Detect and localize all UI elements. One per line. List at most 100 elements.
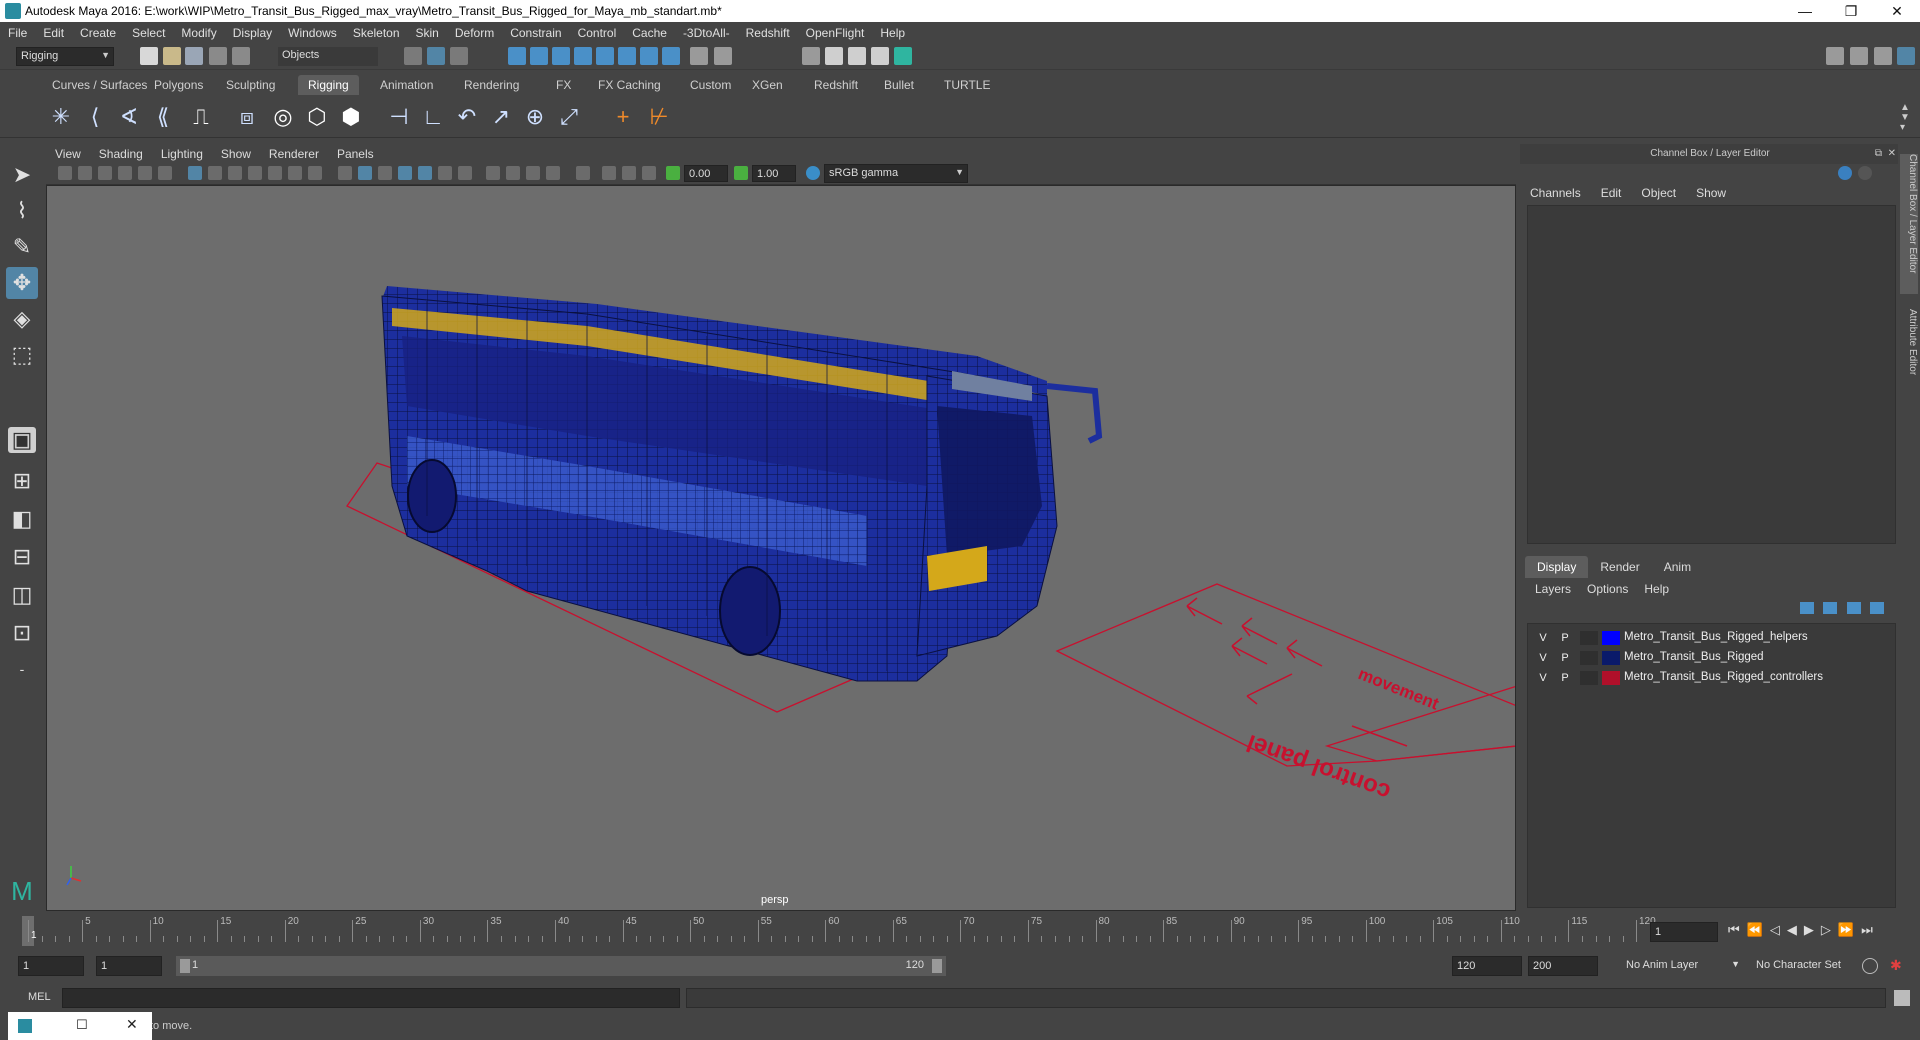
- custom-layout-icon[interactable]: -: [6, 653, 38, 685]
- layer-menu-layers[interactable]: Layers: [1527, 581, 1579, 597]
- persp-uv-layout-icon[interactable]: ⊡: [6, 617, 38, 649]
- gate-mask-icon[interactable]: [248, 166, 262, 180]
- render-frame-icon[interactable]: [825, 47, 843, 65]
- layer-row[interactable]: V P Metro_Transit_Bus_Rigged: [1528, 648, 1895, 668]
- playback-end-field[interactable]: [1452, 956, 1522, 976]
- ipr-render-icon[interactable]: [848, 47, 866, 65]
- layer-playback-toggle[interactable]: P: [1556, 631, 1574, 645]
- field-chart-icon[interactable]: [268, 166, 282, 180]
- modeling-toolkit-icon[interactable]: [1826, 47, 1844, 65]
- shelf-tab-bullet[interactable]: Bullet: [874, 75, 924, 95]
- default-material-icon[interactable]: [378, 166, 392, 180]
- playback-start-field[interactable]: [96, 956, 162, 976]
- restore-button[interactable]: ❐: [1828, 0, 1874, 22]
- snap-live-icon[interactable]: [640, 47, 658, 65]
- select-by-object-icon[interactable]: [427, 47, 445, 65]
- menu-display[interactable]: Display: [225, 26, 280, 40]
- gamma-field[interactable]: [752, 165, 796, 182]
- menu-cache[interactable]: Cache: [624, 26, 675, 40]
- layer-display-type-toggle[interactable]: [1580, 651, 1598, 665]
- shelf-tab-curves-surfaces[interactable]: Curves / Surfaces: [42, 75, 157, 95]
- attribute-editor-toggle-icon[interactable]: [1850, 47, 1868, 65]
- insert-joint-icon[interactable]: ⟪: [148, 101, 178, 133]
- menu-windows[interactable]: Windows: [280, 26, 345, 40]
- textured-icon[interactable]: [418, 166, 432, 180]
- persp-graph-layout-icon[interactable]: ⊟: [6, 541, 38, 573]
- panel-menu-show[interactable]: Show: [212, 147, 260, 161]
- safe-title-icon[interactable]: [308, 166, 322, 180]
- preferences-icon[interactable]: ✱: [1890, 958, 1906, 974]
- bookmarks-icon[interactable]: [98, 166, 112, 180]
- range-handle-end[interactable]: [932, 959, 942, 973]
- save-scene-icon[interactable]: [185, 47, 203, 65]
- exposure-field[interactable]: [684, 165, 728, 182]
- shelf-tab-fx[interactable]: FX: [546, 75, 581, 95]
- time-slider[interactable]: 1 5 10 15 20 25 30 35 40 45 50 55 60 65 70 75 80 85 90 95 10…: [22, 916, 1656, 946]
- shelf-tab-polygons[interactable]: Polygons: [144, 75, 213, 95]
- symmetry-icon[interactable]: [662, 47, 680, 65]
- animation-start-field[interactable]: [18, 956, 84, 976]
- character-set-dropdown[interactable]: No Character Set: [1752, 956, 1874, 976]
- menu-edit[interactable]: Edit: [35, 26, 72, 40]
- channel-box-menu-channels[interactable]: Channels: [1520, 186, 1591, 200]
- camera-attributes-icon[interactable]: [78, 166, 92, 180]
- close-thumb-icon[interactable]: ✕: [126, 1016, 138, 1033]
- menu-file[interactable]: File: [0, 26, 35, 40]
- attribute-editor-side-tab[interactable]: Attribute Editor: [1900, 309, 1918, 419]
- anim-layer-dropdown[interactable]: No Anim Layer ▼: [1622, 956, 1742, 976]
- layer-menu-options[interactable]: Options: [1579, 581, 1636, 597]
- channel-box-side-tab[interactable]: Channel Box / Layer Editor: [1900, 154, 1918, 294]
- move-layer-down-icon[interactable]: [1823, 602, 1837, 614]
- layer-playback-toggle[interactable]: P: [1556, 671, 1574, 685]
- panel-menu-renderer[interactable]: Renderer: [260, 147, 328, 161]
- move-layer-up-icon[interactable]: [1800, 602, 1814, 614]
- layer-visibility-toggle[interactable]: V: [1534, 631, 1552, 645]
- command-input[interactable]: [62, 988, 680, 1008]
- ik-spline-icon[interactable]: ∢: [114, 101, 144, 133]
- safe-action-icon[interactable]: [288, 166, 302, 180]
- shelf-tab-rendering[interactable]: Rendering: [454, 75, 529, 95]
- hypershade-icon[interactable]: [894, 47, 912, 65]
- rotate-tool-icon[interactable]: ◈: [6, 303, 38, 335]
- wireframe-icon[interactable]: [338, 166, 352, 180]
- isolate-select-icon[interactable]: [576, 166, 590, 180]
- render-view-icon[interactable]: [802, 47, 820, 65]
- menu-redshift[interactable]: Redshift: [738, 26, 798, 40]
- auto-key-icon[interactable]: [1862, 958, 1878, 974]
- shelf-tab-custom[interactable]: Custom: [680, 75, 741, 95]
- menu-control[interactable]: Control: [570, 26, 625, 40]
- shadows-icon[interactable]: [458, 166, 472, 180]
- menu-3dtoall[interactable]: -3DtoAll-: [675, 26, 738, 40]
- xray-joints-icon[interactable]: [642, 166, 656, 180]
- depth-of-field-icon[interactable]: [546, 166, 560, 180]
- scale-tool-icon[interactable]: ⬚: [6, 339, 38, 371]
- move-tool-icon[interactable]: ✥: [6, 267, 38, 299]
- single-perspective-layout-icon[interactable]: ▣: [8, 427, 36, 453]
- perspective-viewport[interactable]: movement control panel persp: [46, 185, 1516, 911]
- pole-vector-icon[interactable]: ⤢: [554, 101, 584, 133]
- image-plane-icon[interactable]: [118, 166, 132, 180]
- panel-menu-view[interactable]: View: [46, 147, 90, 161]
- resolution-gate-icon[interactable]: [228, 166, 242, 180]
- command-language-label[interactable]: MEL: [28, 991, 51, 1003]
- cluster-icon[interactable]: ⊬: [644, 101, 674, 133]
- menu-constrain[interactable]: Constrain: [502, 26, 569, 40]
- use-all-lights-icon[interactable]: [438, 166, 452, 180]
- exposure-icon[interactable]: [666, 166, 680, 180]
- selection-mode-dropdown[interactable]: Objects: [278, 47, 378, 66]
- new-layer-selected-icon[interactable]: [1870, 602, 1884, 614]
- layer-display-type-toggle[interactable]: [1580, 671, 1598, 685]
- range-slider[interactable]: 1 120: [176, 956, 946, 976]
- globe-icon[interactable]: [1838, 166, 1852, 180]
- menu-skin[interactable]: Skin: [408, 26, 447, 40]
- render-settings-icon[interactable]: [871, 47, 889, 65]
- snap-point-icon[interactable]: [552, 47, 570, 65]
- snap-curve-icon[interactable]: [530, 47, 548, 65]
- range-handle-start[interactable]: [180, 959, 190, 973]
- select-by-hierarchy-icon[interactable]: [404, 47, 422, 65]
- layer-visibility-toggle[interactable]: V: [1534, 651, 1552, 665]
- layer-color-swatch[interactable]: [1602, 631, 1620, 645]
- multisample-aa-icon[interactable]: [526, 166, 540, 180]
- smooth-bind-icon[interactable]: ◎: [268, 101, 298, 133]
- current-frame-field[interactable]: [1650, 922, 1718, 942]
